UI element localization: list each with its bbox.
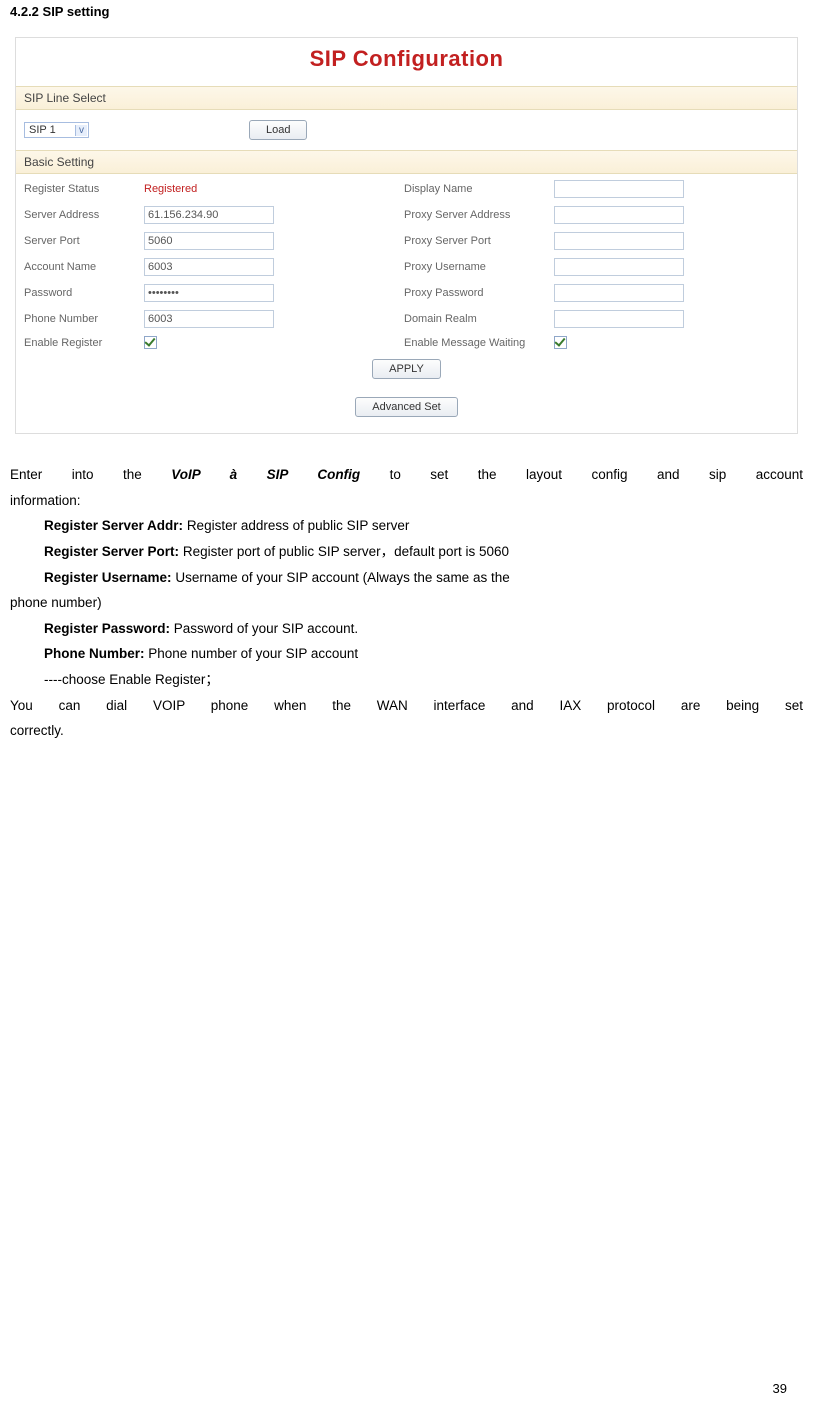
password-input[interactable]	[144, 284, 274, 302]
label-enable-message-waiting: Enable Message Waiting	[396, 332, 546, 353]
account-name-input[interactable]	[144, 258, 274, 276]
l4-t: Password of your SIP account.	[170, 621, 358, 636]
l4-b: Register Password:	[44, 621, 170, 636]
proxy-server-port-input[interactable]	[554, 232, 684, 250]
l5-t: Phone number of your SIP account	[145, 646, 359, 661]
section-sip-line-select: SIP Line Select	[16, 86, 797, 110]
config-title: SIP Configuration	[16, 38, 797, 86]
l1-t: Register address of public SIP server	[187, 518, 410, 533]
p2-line1: You can dial VOIP phone when the WAN int…	[10, 693, 803, 719]
label-server-address: Server Address	[16, 202, 136, 228]
phone-number-input[interactable]	[144, 310, 274, 328]
label-proxy-server-address: Proxy Server Address	[396, 202, 546, 228]
label-enable-register: Enable Register	[16, 332, 136, 353]
l5-b: Phone Number:	[44, 646, 145, 661]
proxy-password-input[interactable]	[554, 284, 684, 302]
label-server-port: Server Port	[16, 228, 136, 254]
label-register-status: Register Status	[16, 176, 136, 202]
label-display-name: Display Name	[396, 176, 546, 202]
l2-b: Register Server Port:	[44, 544, 179, 559]
label-proxy-password: Proxy Password	[396, 280, 546, 306]
l3-line2: phone number)	[10, 590, 803, 616]
sip-config-panel: SIP Configuration SIP Line Select SIP 1 …	[15, 37, 798, 434]
apply-button[interactable]: APPLY	[372, 359, 441, 379]
proxy-username-input[interactable]	[554, 258, 684, 276]
p1-c: to set the layout config and sip account	[360, 467, 803, 482]
l3-b: Register Username:	[44, 570, 172, 585]
body-text: Enter into the VoIP à SIP Config to set …	[10, 462, 803, 744]
server-port-input[interactable]	[144, 232, 274, 250]
p2-line2: correctly.	[10, 718, 803, 744]
l6: ----choose Enable Register；	[10, 667, 803, 693]
basic-setting-table: Register Status Registered Display Name …	[16, 176, 797, 353]
label-domain-realm: Domain Realm	[396, 306, 546, 332]
label-account-name: Account Name	[16, 254, 136, 280]
sip-line-value: SIP 1	[26, 124, 56, 136]
advanced-set-button[interactable]: Advanced Set	[355, 397, 458, 417]
label-proxy-server-port: Proxy Server Port	[396, 228, 546, 254]
value-register-status: Registered	[144, 183, 197, 195]
section-basic-setting: Basic Setting	[16, 150, 797, 174]
l1-b: Register Server Addr:	[44, 518, 187, 533]
display-name-input[interactable]	[554, 180, 684, 198]
sip-line-select[interactable]: SIP 1 v	[24, 122, 89, 138]
label-proxy-username: Proxy Username	[396, 254, 546, 280]
l3-t: Username of your SIP account (Always the…	[172, 570, 510, 585]
server-address-input[interactable]	[144, 206, 274, 224]
p1-b: VoIP à SIP Config	[171, 467, 360, 482]
page-number: 39	[773, 1381, 787, 1396]
proxy-server-address-input[interactable]	[554, 206, 684, 224]
section-heading: 4.2.2 SIP setting	[10, 4, 803, 19]
p1-a: Enter into the	[10, 467, 171, 482]
label-password: Password	[16, 280, 136, 306]
enable-register-checkbox[interactable]	[144, 336, 157, 349]
chevron-down-icon: v	[75, 125, 87, 136]
domain-realm-input[interactable]	[554, 310, 684, 328]
label-phone-number: Phone Number	[16, 306, 136, 332]
l2-t: Register port of public SIP server，defau…	[179, 544, 509, 559]
p1-line2: information:	[10, 488, 803, 514]
load-button[interactable]: Load	[249, 120, 307, 140]
enable-message-waiting-checkbox[interactable]	[554, 336, 567, 349]
